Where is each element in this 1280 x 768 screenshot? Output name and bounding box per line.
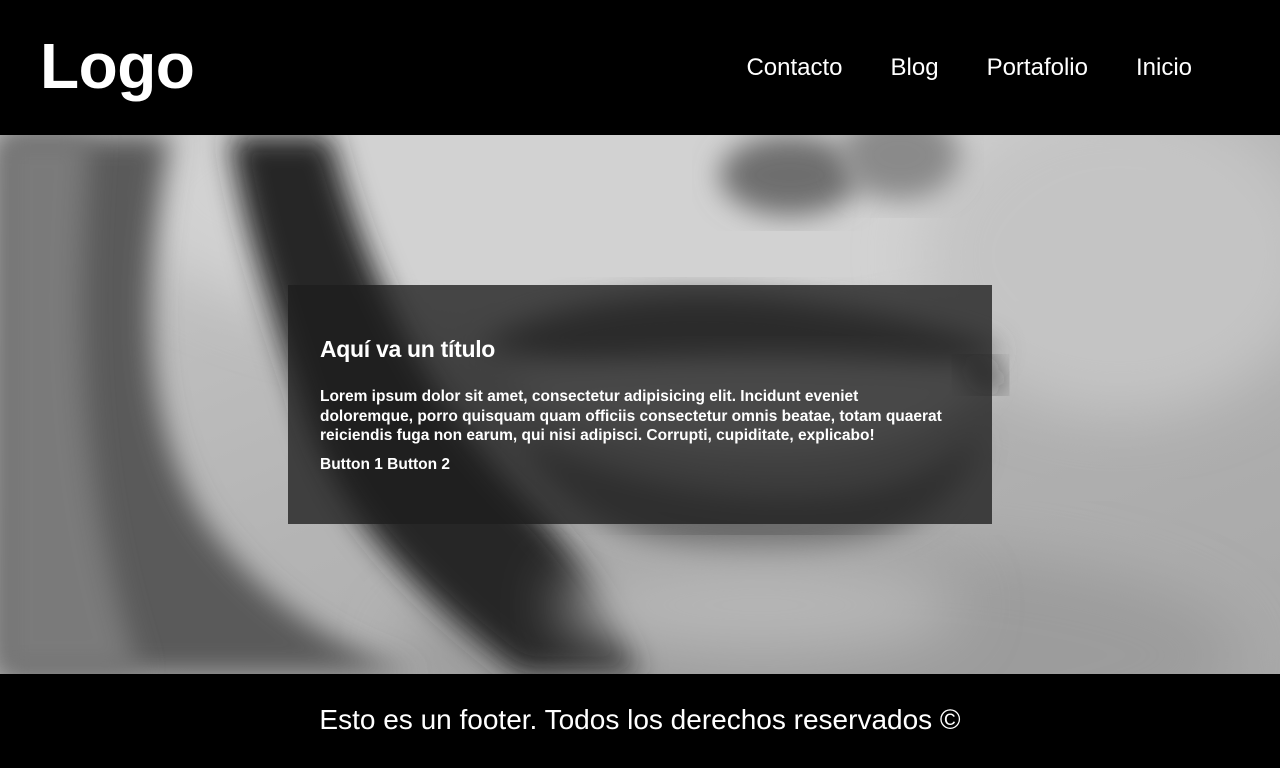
button-1[interactable]: Button 1 [320,456,383,473]
hero-card: Aquí va un título Lorem ipsum dolor sit … [288,285,992,524]
page: Logo Contacto Blog Portafolio Inicio Aqu… [0,0,1280,768]
nav-link-contacto[interactable]: Contacto [746,52,842,84]
card-text: Lorem ipsum dolor sit amet, consectetur … [320,388,942,444]
site-header: Logo Contacto Blog Portafolio Inicio [0,0,1280,135]
nav-link-blog[interactable]: Blog [891,52,939,84]
nav-link-inicio[interactable]: Inicio [1136,52,1192,84]
card-buttons: Button 1 Button 2 [320,455,960,475]
nav-link-portafolio[interactable]: Portafolio [987,52,1088,84]
site-footer: Esto es un footer. Todos los derechos re… [0,674,1280,768]
hero-section: Aquí va un título Lorem ipsum dolor sit … [0,135,1280,674]
logo[interactable]: Logo [40,30,195,102]
footer-text: Esto es un footer. Todos los derechos re… [319,704,961,735]
card-title: Aquí va un título [320,336,496,362]
main-nav: Contacto Blog Portafolio Inicio [698,52,1192,84]
button-2[interactable]: Button 2 [387,456,450,473]
